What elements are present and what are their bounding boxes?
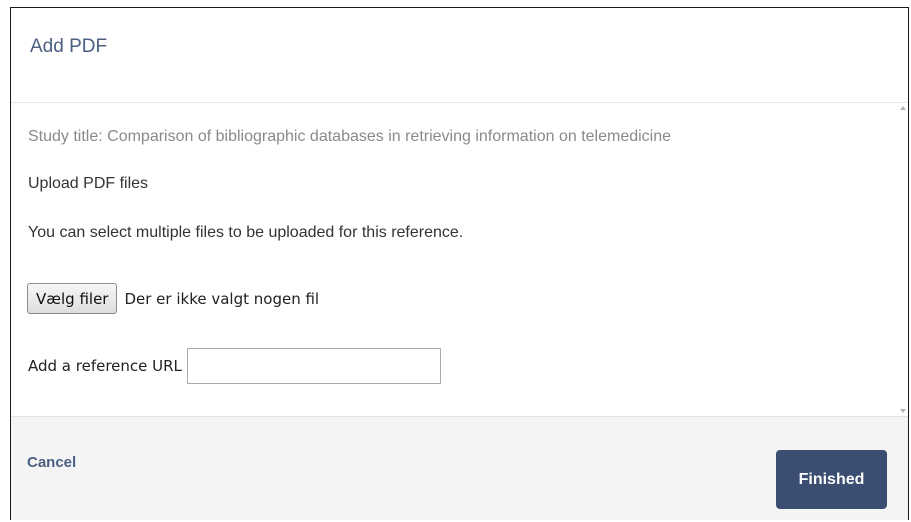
reference-url-label: Add a reference URL <box>28 357 182 375</box>
dialog-title: Add PDF <box>30 36 108 57</box>
add-pdf-dialog: Add PDF Study title: Comparison of bibli… <box>10 7 909 520</box>
upload-description: You can select multiple files to be uplo… <box>28 224 464 241</box>
finished-button[interactable]: Finished <box>776 450 887 509</box>
dialog-header: Add PDF <box>11 8 908 103</box>
study-title: Study title: Comparison of bibliographic… <box>28 128 672 145</box>
body-scrollbar[interactable] <box>898 103 908 416</box>
choose-files-button[interactable]: Vælg filer <box>27 283 118 314</box>
scroll-down-arrow-icon[interactable] <box>900 409 906 413</box>
reference-url-row: Add a reference URL <box>28 348 441 384</box>
dialog-footer: Cancel Finished <box>11 416 908 520</box>
scroll-up-arrow-icon[interactable] <box>900 106 906 110</box>
reference-url-input[interactable] <box>186 348 441 384</box>
file-picker: Vælg filer Der er ikke valgt nogen fil <box>27 283 319 314</box>
upload-heading: Upload PDF files <box>28 175 149 192</box>
dialog-body: Study title: Comparison of bibliographic… <box>11 103 908 416</box>
file-status-text: Der er ikke valgt nogen fil <box>124 289 320 308</box>
cancel-button[interactable]: Cancel <box>27 454 76 471</box>
